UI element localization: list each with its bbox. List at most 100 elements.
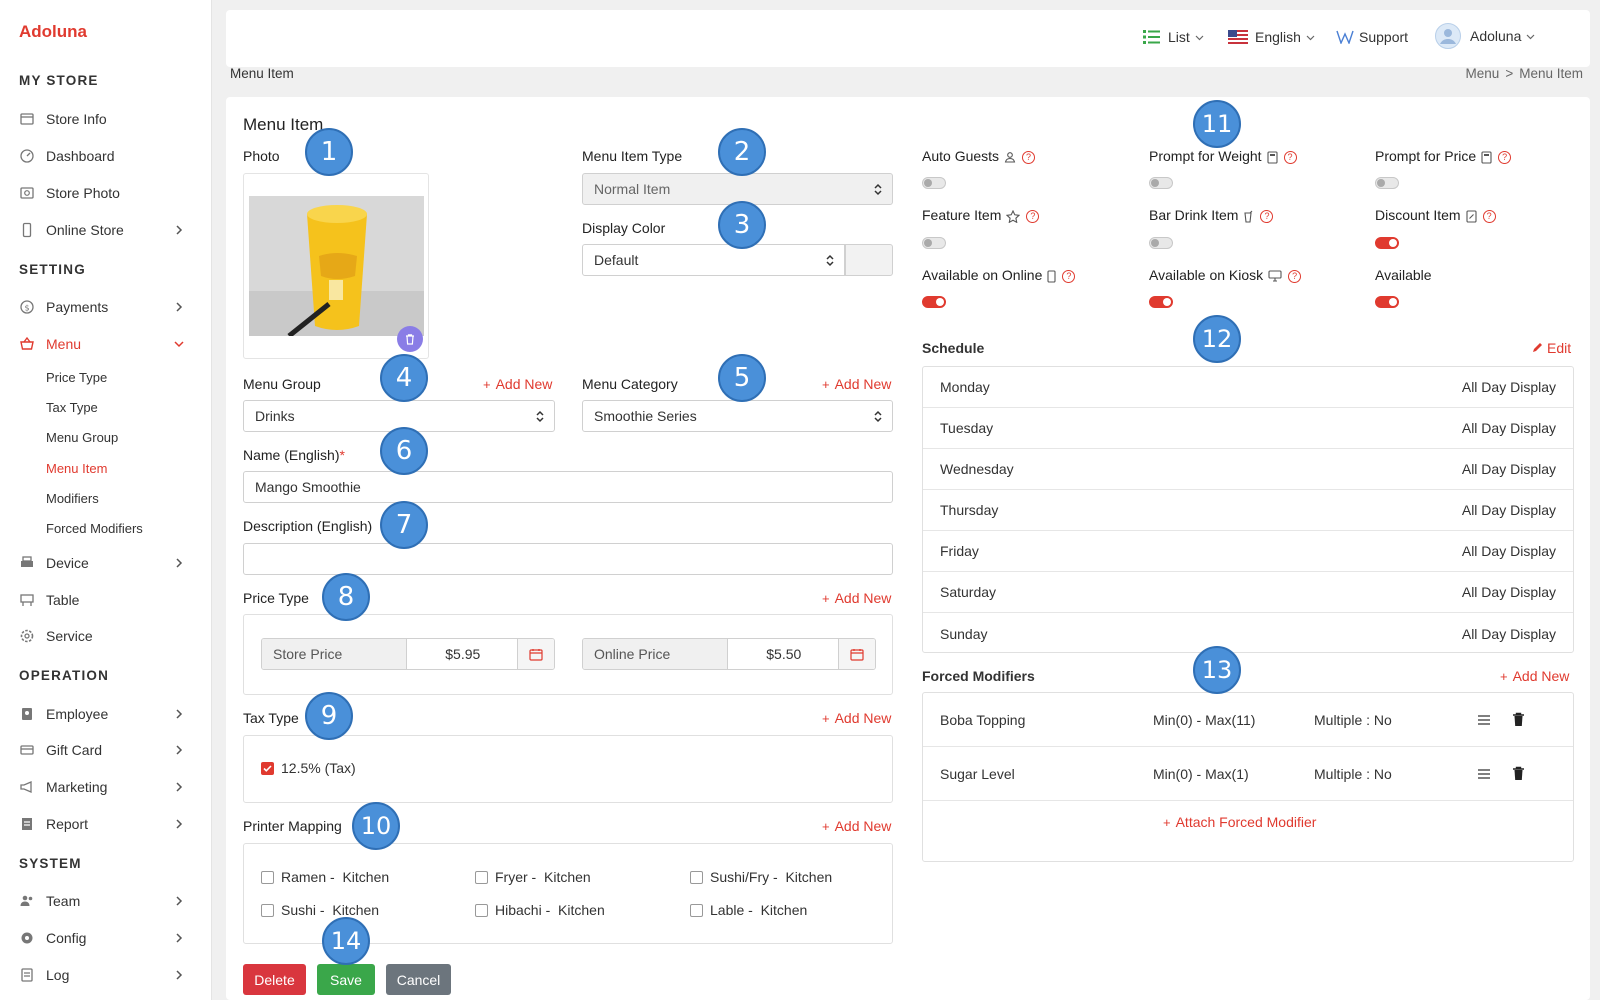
support-label: Support — [1359, 29, 1409, 45]
help-icon[interactable]: ? — [1482, 209, 1496, 223]
help-icon[interactable]: ? — [1283, 150, 1297, 164]
available-online-toggle[interactable] — [922, 296, 946, 308]
online-price-calendar-button[interactable] — [839, 639, 875, 669]
help-icon[interactable]: ? — [1498, 150, 1512, 164]
add-tax-type-link[interactable]: + Add New — [822, 710, 891, 726]
sidebar-item-store-info[interactable]: Store Info — [0, 105, 212, 133]
drag-handle-icon[interactable] — [1477, 768, 1491, 780]
feature-item-toggle[interactable] — [922, 237, 946, 249]
add-forced-modifier-link[interactable]: + Add New — [1500, 668, 1569, 684]
schedule-row[interactable]: Wednesday All Day Display — [923, 449, 1573, 490]
delete-photo-button[interactable] — [397, 326, 423, 352]
trash-icon[interactable] — [1512, 712, 1525, 727]
sidebar-item-store-photo[interactable]: Store Photo — [0, 179, 212, 207]
sidebar-item-payments[interactable]: $ Payments — [0, 293, 212, 321]
photo-upload[interactable] — [243, 173, 429, 359]
menu-item-type-select[interactable]: Normal Item — [582, 173, 893, 205]
sidebar-subitem-modifiers[interactable]: Modifiers — [46, 491, 99, 506]
support-link[interactable]: Support — [1336, 29, 1408, 45]
sidebar-item-menu[interactable]: Menu — [0, 330, 212, 358]
modifier-name: Boba Topping — [940, 712, 1026, 728]
sidebar-subitem-price-type[interactable]: Price Type — [46, 370, 107, 385]
add-price-type-link[interactable]: + Add New — [822, 590, 891, 606]
help-icon[interactable]: ? — [1022, 150, 1036, 164]
available-toggle[interactable] — [1375, 296, 1399, 308]
sidebar-item-log[interactable]: Log — [0, 961, 212, 989]
help-icon[interactable]: ? — [1288, 269, 1302, 283]
name-input[interactable]: Mango Smoothie — [243, 471, 893, 503]
available-kiosk-toggle[interactable] — [1149, 296, 1173, 308]
app-logo[interactable]: Adoluna — [19, 22, 87, 42]
add-printer-link[interactable]: + Add New — [822, 818, 891, 834]
auto-guests-toggle[interactable] — [922, 177, 946, 189]
schedule-row[interactable]: Friday All Day Display — [923, 531, 1573, 572]
schedule-row[interactable]: Sunday All Day Display — [923, 613, 1573, 654]
trash-icon[interactable] — [1512, 766, 1525, 781]
sidebar-item-online-store[interactable]: Online Store — [0, 216, 212, 244]
help-icon[interactable]: ? — [1062, 269, 1076, 283]
sidebar-item-marketing[interactable]: Marketing — [0, 773, 212, 801]
menu-category-select[interactable]: Smoothie Series — [582, 400, 893, 432]
user-menu[interactable]: Adoluna — [1435, 23, 1535, 49]
schedule-value: All Day Display — [1461, 420, 1556, 436]
sidebar-item-config[interactable]: Config — [0, 924, 212, 952]
schedule-row[interactable]: Monday All Day Display — [923, 367, 1573, 408]
schedule-row[interactable]: Saturday All Day Display — [923, 572, 1573, 613]
printer-checkbox-ramen[interactable] — [261, 871, 274, 884]
sidebar-label: Dashboard — [46, 148, 115, 164]
schedule-edit-link[interactable]: Edit — [1531, 340, 1571, 356]
sidebar-item-team[interactable]: Team — [0, 887, 212, 915]
online-price-input[interactable]: $5.50 — [727, 639, 840, 669]
chevron-right-icon — [176, 896, 183, 906]
cancel-button[interactable]: Cancel — [386, 964, 451, 995]
printer-checkbox-fryer[interactable] — [475, 871, 488, 884]
attach-forced-modifier-link[interactable]: + Attach Forced Modifier — [1163, 814, 1316, 830]
sidebar-subitem-tax-type[interactable]: Tax Type — [46, 400, 98, 415]
dashboard-icon — [19, 148, 35, 164]
prompt-price-toggle[interactable] — [1375, 177, 1399, 189]
sidebar-item-dashboard[interactable]: Dashboard — [0, 142, 212, 170]
drag-handle-icon[interactable] — [1477, 714, 1491, 726]
sidebar-item-table[interactable]: Table — [0, 586, 212, 614]
schedule-row[interactable]: Tuesday All Day Display — [923, 408, 1573, 449]
sidebar-item-gift-card[interactable]: Gift Card — [0, 736, 212, 764]
sidebar-item-service[interactable]: Service — [0, 622, 212, 650]
printer-checkbox-lable[interactable] — [690, 904, 703, 917]
delete-button[interactable]: Delete — [243, 964, 306, 995]
save-button[interactable]: Save — [317, 964, 375, 995]
schedule-row[interactable]: Thursday All Day Display — [923, 490, 1573, 531]
printer-dest: Kitchen — [558, 902, 605, 918]
monitor-icon — [1268, 270, 1282, 282]
description-input[interactable] — [243, 543, 893, 575]
discount-item-toggle[interactable] — [1375, 237, 1399, 249]
view-switcher[interactable]: List — [1143, 29, 1204, 45]
sidebar-subitem-menu-group[interactable]: Menu Group — [46, 430, 118, 445]
printer-checkbox-sushi[interactable] — [261, 904, 274, 917]
tax-checkbox[interactable] — [261, 762, 274, 775]
star-icon — [1006, 209, 1021, 223]
sidebar-subitem-menu-item[interactable]: Menu Item — [46, 461, 107, 476]
sidebar-item-report[interactable]: Report — [0, 810, 212, 838]
prompt-weight-toggle[interactable] — [1149, 177, 1173, 189]
store-price-input[interactable]: $5.95 — [406, 639, 519, 669]
check-icon — [263, 765, 272, 772]
store-price-calendar-button[interactable] — [518, 639, 554, 669]
help-icon[interactable]: ? — [1026, 209, 1040, 223]
breadcrumb-menu[interactable]: Menu — [1466, 66, 1500, 81]
sidebar-subitem-forced-modifiers[interactable]: Forced Modifiers — [46, 521, 143, 536]
help-icon[interactable]: ? — [1260, 209, 1274, 223]
printer-checkbox-hibachi[interactable] — [475, 904, 488, 917]
language-switcher[interactable]: English — [1228, 29, 1315, 45]
printer-checkbox-sushi-fry[interactable] — [690, 871, 703, 884]
sidebar-item-employee[interactable]: Employee — [0, 700, 212, 728]
forced-modifiers-title: Forced Modifiers — [922, 668, 1035, 684]
display-color-swatch[interactable] — [845, 244, 893, 276]
sidebar-item-device[interactable]: Device — [0, 549, 212, 577]
add-menu-group-link[interactable]: + Add New — [483, 376, 552, 392]
attach-label: Attach Forced Modifier — [1175, 814, 1317, 830]
sidebar-label: Report — [46, 816, 89, 832]
add-menu-category-link[interactable]: + Add New — [822, 376, 891, 392]
display-color-select[interactable]: Default — [582, 244, 845, 276]
person-icon — [1004, 152, 1016, 163]
bar-drink-toggle[interactable] — [1149, 237, 1173, 249]
